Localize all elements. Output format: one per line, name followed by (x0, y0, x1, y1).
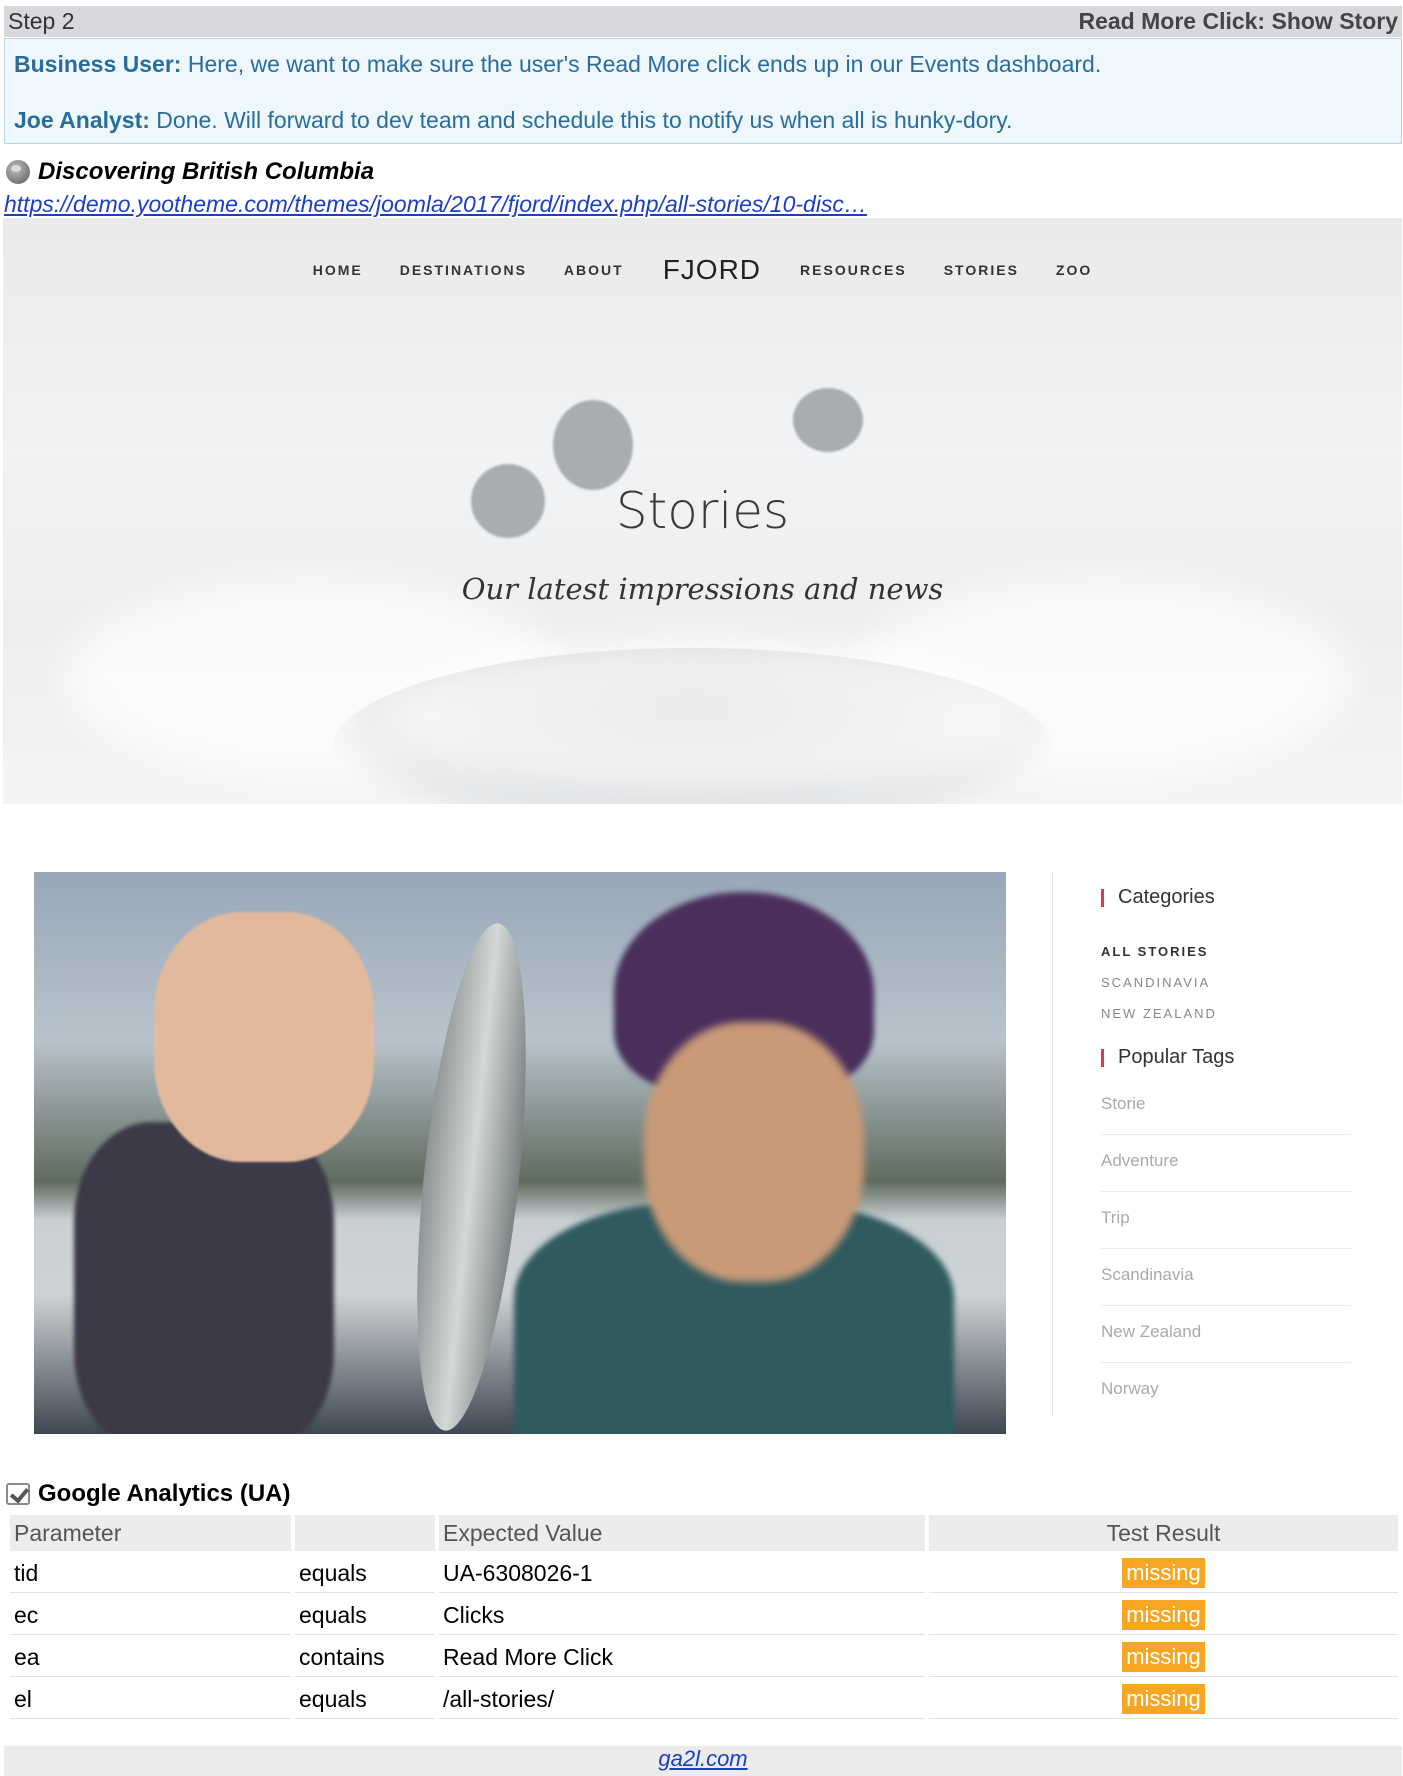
step-bar: Step 2 Read More Click: Show Story (4, 6, 1402, 37)
param-cell: tid (10, 1554, 291, 1593)
analyst-line: Joe Analyst: Done. Will forward to dev t… (14, 107, 1012, 134)
step-title: Read More Click: Show Story (1078, 8, 1398, 34)
operator-cell: equals (295, 1554, 435, 1593)
hero-subtitle: Our latest impressions and news (461, 572, 944, 606)
param-cell: el (10, 1680, 291, 1719)
fog-shape (383, 638, 1023, 798)
analyst-text: Done. Will forward to dev team and sched… (149, 107, 1013, 133)
result-cell: missing (929, 1554, 1398, 1593)
categories-heading-label: Categories (1118, 886, 1215, 908)
operator-cell: equals (295, 1680, 435, 1719)
column-header: Test Result (929, 1515, 1398, 1551)
face-shape (644, 1022, 864, 1282)
missing-badge: missing (1122, 1558, 1205, 1588)
site-hero-screenshot: HOME DESTINATIONS ABOUT FJORD RESOURCES … (3, 218, 1402, 804)
accent-bar (1101, 888, 1104, 907)
category-all-stories[interactable]: ALL STORIES (1101, 944, 1208, 959)
missing-badge: missing (1122, 1600, 1205, 1630)
step-label: Step 2 (8, 8, 75, 34)
ga-heading: Google Analytics (UA) (6, 1480, 290, 1508)
param-cell: ea (10, 1638, 291, 1677)
nav-item-about[interactable]: ABOUT (564, 262, 624, 278)
operator-cell: equals (295, 1596, 435, 1635)
page-url-link[interactable]: https://demo.yootheme.com/themes/joomla/… (4, 191, 867, 218)
tree-shape (793, 388, 863, 452)
ga-results-table: Parameter Expected Value Test Result tid… (6, 1512, 1402, 1722)
categories-heading: Categories (1101, 886, 1215, 909)
footer: ga2l.com (4, 1746, 1402, 1776)
result-cell: missing (929, 1680, 1398, 1719)
missing-badge: missing (1122, 1684, 1205, 1714)
story-image[interactable] (34, 872, 1006, 1434)
nav-item-destinations[interactable]: DESTINATIONS (400, 262, 527, 278)
table-header-row: Parameter Expected Value Test Result (10, 1515, 1398, 1551)
operator-cell: contains (295, 1638, 435, 1677)
expected-value-cell: /all-stories/ (439, 1680, 925, 1719)
arm-shape (74, 1122, 334, 1434)
expected-value-cell: UA-6308026-1 (439, 1554, 925, 1593)
result-cell: missing (929, 1638, 1398, 1677)
nav-item-stories[interactable]: STORIES (944, 262, 1019, 278)
hero-title: Stories (615, 482, 790, 540)
result-cell: missing (929, 1596, 1398, 1635)
category-new-zealand[interactable]: NEW ZEALAND (1101, 1006, 1217, 1021)
story-sidebar: Categories ALL STORIES SCANDINAVIA NEW Z… (1052, 872, 1353, 1417)
tags-heading-label: Popular Tags (1118, 1046, 1235, 1068)
tags-heading: Popular Tags (1101, 1046, 1234, 1069)
ga-title: Google Analytics (UA) (38, 1480, 291, 1507)
tag-norway[interactable]: Norway (1101, 1379, 1351, 1417)
page-heading: Discovering British Columbia (6, 158, 374, 186)
conversation-box: Business User: Here, we want to make sur… (4, 38, 1402, 144)
tag-trip[interactable]: Trip (1101, 1208, 1351, 1249)
column-header: Expected Value (439, 1515, 925, 1551)
column-header (295, 1515, 435, 1551)
missing-badge: missing (1122, 1642, 1205, 1672)
site-logo[interactable]: FJORD (663, 254, 761, 286)
expected-value-cell: Read More Click (439, 1638, 925, 1677)
param-cell: ec (10, 1596, 291, 1635)
nav-item-home[interactable]: HOME (313, 262, 363, 278)
analyst-label: Joe Analyst: (14, 107, 150, 133)
nav-item-zoo[interactable]: ZOO (1056, 262, 1092, 278)
tag-adventure[interactable]: Adventure (1101, 1151, 1351, 1192)
tree-shape (553, 400, 633, 490)
nav-item-resources[interactable]: RESOURCES (800, 262, 907, 278)
page-title: Discovering British Columbia (38, 158, 375, 185)
business-user-label: Business User: (14, 51, 182, 77)
table-row: ec equals Clicks missing (10, 1596, 1398, 1635)
table-row: ea contains Read More Click missing (10, 1638, 1398, 1677)
table-row: el equals /all-stories/ missing (10, 1680, 1398, 1719)
business-user-line: Business User: Here, we want to make sur… (14, 51, 1101, 78)
business-user-text: Here, we want to make sure the user's Re… (181, 51, 1102, 77)
globe-icon (6, 160, 30, 184)
tag-new-zealand[interactable]: New Zealand (1101, 1322, 1351, 1363)
accent-bar (1101, 1048, 1104, 1067)
checkbox-checked-icon (6, 1483, 30, 1505)
category-scandinavia[interactable]: SCANDINAVIA (1101, 975, 1210, 990)
column-header: Parameter (10, 1515, 291, 1551)
site-nav: HOME DESTINATIONS ABOUT FJORD RESOURCES … (3, 254, 1402, 286)
hand-shape (154, 912, 374, 1162)
table-row: tid equals UA-6308026-1 missing (10, 1554, 1398, 1593)
expected-value-cell: Clicks (439, 1596, 925, 1635)
tag-scandinavia[interactable]: Scandinavia (1101, 1265, 1351, 1306)
footer-link[interactable]: ga2l.com (658, 1746, 747, 1771)
tag-storie[interactable]: Storie (1101, 1094, 1351, 1135)
